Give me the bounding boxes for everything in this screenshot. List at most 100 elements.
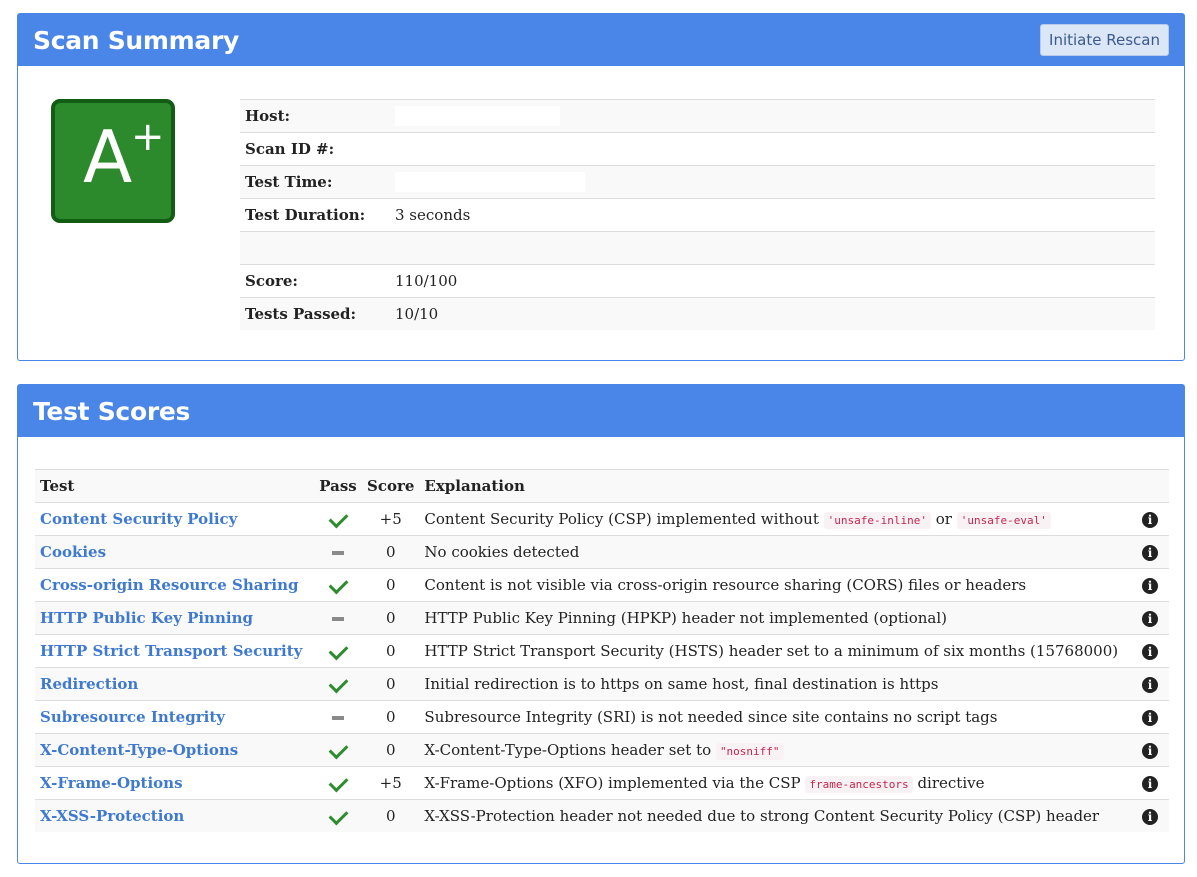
test-name-cell: Subresource Integrity [35, 700, 314, 734]
tests-passed-value: 10/10 [390, 297, 1155, 330]
score-cell: 0 [362, 700, 420, 734]
duration-value: 3 seconds [390, 198, 1155, 232]
info-cell: i [1137, 700, 1169, 734]
code-snippet: frame-ancestors [805, 776, 913, 793]
header-pass: Pass [314, 469, 362, 503]
info-icon[interactable]: i [1142, 809, 1158, 825]
check-icon [328, 739, 348, 760]
test-link[interactable]: HTTP Strict Transport Security [40, 642, 302, 660]
info-cell: i [1137, 799, 1169, 832]
pass-cell [314, 766, 362, 800]
explanation-text: Subresource Integrity (SRI) is not neede… [424, 708, 998, 726]
score-cell: 0 [362, 634, 420, 668]
info-icon[interactable]: i [1142, 611, 1158, 627]
info-cell: i [1137, 766, 1169, 800]
test-name-cell: HTTP Strict Transport Security [35, 634, 314, 668]
test-link[interactable]: Subresource Integrity [40, 708, 225, 726]
info-icon[interactable]: i [1142, 776, 1158, 792]
test-scores-panel: Test Scores Test Pass Score Explanation … [17, 384, 1185, 864]
explanation-cell: No cookies detected [419, 535, 1137, 569]
header-test: Test [35, 469, 314, 503]
test-time-label: Test Time: [240, 165, 390, 199]
info-cell: i [1137, 502, 1169, 536]
dash-icon [332, 716, 344, 720]
test-name-cell: X-XSS-Protection [35, 799, 314, 832]
score-label: Score: [240, 264, 390, 298]
code-snippet: 'unsafe-eval' [956, 512, 1051, 529]
explanation-cell: Subresource Integrity (SRI) is not neede… [419, 700, 1137, 734]
pass-cell [314, 667, 362, 701]
info-icon[interactable]: i [1142, 710, 1158, 726]
table-row: HTTP Strict Transport Security 0 HTTP Stri… [35, 634, 1169, 668]
explanation-text: Initial redirection is to https on same … [424, 675, 939, 693]
score-cell: +5 [362, 502, 420, 536]
score-cell: 0 [362, 799, 420, 832]
dash-icon [332, 551, 344, 555]
spacer-cell [240, 231, 390, 265]
info-cell: i [1137, 634, 1169, 668]
check-icon [328, 805, 348, 826]
test-name-cell: X-Content-Type-Options [35, 733, 314, 767]
pass-cell [314, 601, 362, 635]
info-icon[interactable]: i [1142, 512, 1158, 528]
scan-id-value [390, 132, 1155, 166]
test-link[interactable]: X-Content-Type-Options [40, 741, 238, 759]
test-name-cell: Redirection [35, 667, 314, 701]
duration-label: Test Duration: [240, 198, 390, 232]
host-label: Host: [240, 99, 390, 133]
test-link[interactable]: X-Frame-Options [40, 774, 183, 792]
header-info [1137, 469, 1169, 503]
spacer-cell [390, 231, 1155, 265]
info-icon[interactable]: i [1142, 578, 1158, 594]
explanation-text: Content Security Policy (CSP) implemente… [424, 510, 824, 528]
test-link[interactable]: Cookies [40, 543, 106, 561]
test-name-cell: X-Frame-Options [35, 766, 314, 800]
info-cell: i [1137, 733, 1169, 767]
summary-row-test-time: Test Time: [240, 165, 1155, 199]
summary-row-tests-passed: Tests Passed: 10/10 [240, 297, 1155, 330]
explanation-text: HTTP Strict Transport Security (HSTS) he… [424, 642, 1119, 660]
summary-row-duration: Test Duration: 3 seconds [240, 198, 1155, 232]
test-link[interactable]: Redirection [40, 675, 138, 693]
explanation-cell: Initial redirection is to https on same … [419, 667, 1137, 701]
summary-row-spacer [240, 231, 1155, 265]
score-cell: 0 [362, 535, 420, 569]
info-icon[interactable]: i [1142, 677, 1158, 693]
test-link[interactable]: HTTP Public Key Pinning [40, 609, 253, 627]
test-scores-title: Test Scores [33, 396, 191, 426]
pass-cell [314, 634, 362, 668]
scan-summary-panel: Scan Summary Initiate Rescan A + Host: S… [17, 13, 1185, 361]
info-icon[interactable]: i [1142, 644, 1158, 660]
dash-icon [332, 617, 344, 621]
score-cell: 0 [362, 733, 420, 767]
check-icon [328, 574, 348, 595]
check-icon [328, 640, 348, 661]
info-cell: i [1137, 568, 1169, 602]
explanation-cell: Content Security Policy (CSP) implemente… [419, 502, 1137, 536]
scan-summary-title: Scan Summary [33, 25, 239, 55]
scan-summary-header: Scan Summary Initiate Rescan [18, 14, 1184, 66]
summary-row-host: Host: [240, 99, 1155, 133]
header-explanation: Explanation [419, 469, 1137, 503]
test-link[interactable]: X-XSS-Protection [40, 807, 184, 825]
score-value: 110/100 [390, 264, 1155, 298]
info-icon[interactable]: i [1142, 743, 1158, 759]
info-icon[interactable]: i [1142, 545, 1158, 561]
explanation-text: or [930, 510, 957, 528]
summary-row-score: Score: 110/100 [240, 264, 1155, 298]
test-link[interactable]: Content Security Policy [40, 510, 237, 528]
explanation-text: Content is not visible via cross-origin … [424, 576, 1027, 594]
pass-cell [314, 700, 362, 734]
table-row: Redirection 0 Initial redirection is to ht… [35, 667, 1169, 701]
tests-passed-label: Tests Passed: [240, 297, 390, 330]
initiate-rescan-button[interactable]: Initiate Rescan [1040, 24, 1169, 56]
table-row: X-XSS-Protection 0 X-XSS-Protection header… [35, 799, 1169, 832]
explanation-text: X-Frame-Options (XFO) implemented via th… [424, 774, 806, 792]
score-cell: 0 [362, 667, 420, 701]
test-link[interactable]: Cross-origin Resource Sharing [40, 576, 299, 594]
code-snippet: "nosniff" [715, 743, 784, 760]
score-cell: 0 [362, 568, 420, 602]
summary-table: Host: Scan ID #: Test Time: Test Duratio… [240, 99, 1155, 330]
host-value [390, 99, 1155, 133]
header-score: Score [362, 469, 420, 503]
